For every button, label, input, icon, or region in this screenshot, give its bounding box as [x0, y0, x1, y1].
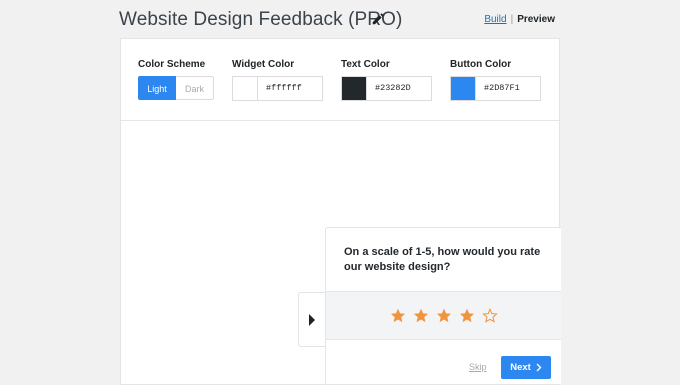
mode-separator: |: [510, 14, 514, 25]
color-scheme-label: Color Scheme: [138, 59, 206, 70]
button-color-value[interactable]: #2D87F1: [476, 77, 540, 100]
button-color-field[interactable]: #2D87F1: [450, 76, 541, 101]
widget-color-label: Widget Color: [232, 59, 295, 70]
text-color-field[interactable]: #23282D: [341, 76, 432, 101]
star-icon[interactable]: [459, 308, 475, 324]
widget-color-setting: Widget Color #ffffff: [232, 59, 323, 101]
widget-color-value[interactable]: #ffffff: [258, 77, 322, 100]
color-scheme-toggle: Light Dark: [138, 76, 214, 100]
dark-option[interactable]: Dark: [176, 76, 214, 100]
button-color-setting: Button Color #2D87F1: [450, 59, 541, 101]
survey-widget: On a scale of 1-5, how would you rate ou…: [325, 227, 561, 384]
text-color-label: Text Color: [341, 59, 390, 70]
survey-title: Website Design Feedback (PRO): [119, 9, 403, 30]
widget-color-swatch[interactable]: [233, 77, 258, 100]
light-option[interactable]: Light: [138, 76, 176, 100]
survey-question: On a scale of 1-5, how would you rate ou…: [344, 246, 541, 273]
build-link[interactable]: Build: [484, 14, 506, 25]
next-button-label: Next: [510, 362, 531, 373]
chevron-right-icon: [536, 363, 542, 372]
skip-link[interactable]: Skip: [469, 362, 487, 372]
button-color-swatch[interactable]: [451, 77, 476, 100]
star-icon[interactable]: [390, 308, 406, 324]
caret-right-icon: [309, 313, 315, 326]
design-settings: Color Scheme Light Dark Widget Color #ff…: [121, 39, 559, 121]
preview-link[interactable]: Preview: [517, 14, 555, 25]
next-button[interactable]: Next: [501, 356, 551, 379]
star-icon[interactable]: [436, 308, 452, 324]
star-icon[interactable]: [413, 308, 429, 324]
button-color-label: Button Color: [450, 59, 512, 70]
text-color-swatch[interactable]: [342, 77, 367, 100]
color-scheme-setting: Color Scheme Light Dark: [138, 59, 214, 100]
mode-switch: Build | Preview: [484, 14, 555, 25]
preview-panel: Color Scheme Light Dark Widget Color #ff…: [120, 38, 561, 385]
text-color-value[interactable]: #23282D: [367, 77, 431, 100]
star-rating: [326, 291, 561, 340]
collapse-widget-button[interactable]: [298, 292, 325, 347]
text-color-setting: Text Color #23282D: [341, 59, 432, 101]
header: Website Design Feedback (PRO) Build | Prev…: [0, 0, 680, 38]
star-icon[interactable]: [481, 307, 498, 324]
widget-color-field[interactable]: #ffffff: [232, 76, 323, 101]
pencil-icon[interactable]: [371, 12, 385, 26]
